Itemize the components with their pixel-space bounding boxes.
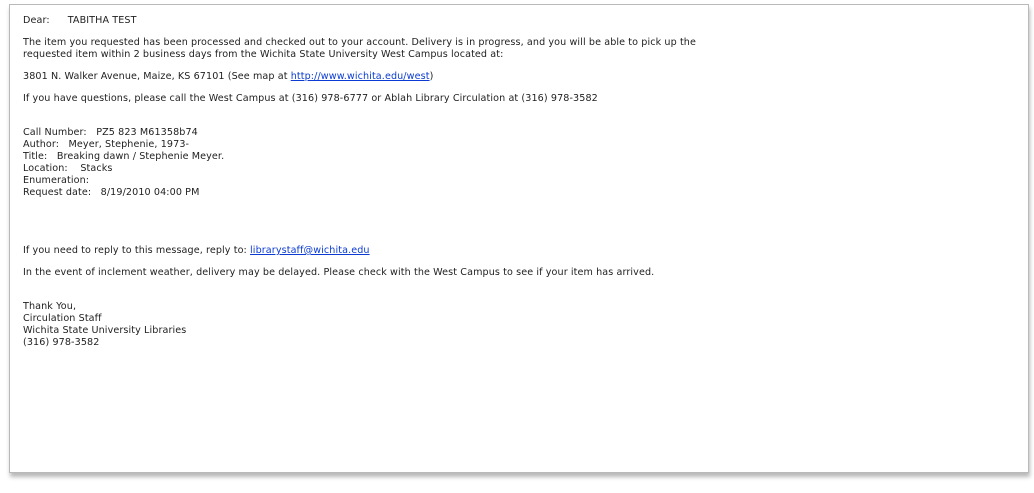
author-value: Meyer, Stephenie, 1973- — [68, 139, 190, 150]
address-text: 3801 N. Walker Avenue, Maize, KS 67101 (… — [23, 71, 288, 82]
title-value: Breaking dawn / Stephenie Meyer. — [56, 151, 225, 162]
signature-line-4: (316) 978-3582 — [23, 337, 100, 348]
greeting-line: Dear: TABITHA TEST — [23, 15, 1023, 27]
title-label: Title: — [23, 151, 48, 162]
call-number-row: Call Number: PZ5 823 M61358b74 — [23, 127, 1023, 139]
email-body: Dear: TABITHA TEST The item you requested… — [23, 15, 1023, 349]
location-row: Location: Stacks — [23, 163, 1023, 175]
title-row: Title: Breaking dawn / Stephenie Meyer. — [23, 151, 1023, 163]
call-number-label: Call Number: — [23, 127, 87, 138]
author-label: Author: — [23, 139, 60, 150]
enumeration-row: Enumeration: — [23, 175, 1023, 187]
signature-line-3: Wichita State University Libraries — [23, 325, 187, 336]
address-line: 3801 N. Walker Avenue, Maize, KS 67101 (… — [23, 71, 1023, 83]
west-campus-map-link[interactable]: http://www.wichita.edu/west — [291, 71, 430, 82]
author-row: Author: Meyer, Stephenie, 1973- — [23, 139, 1023, 151]
email-message-panel: Dear: TABITHA TEST The item you requested… — [9, 4, 1029, 473]
location-value: Stacks — [80, 163, 113, 174]
request-date-row: Request date: 8/19/2010 04:00 PM — [23, 187, 1023, 199]
weather-line: In the event of inclement weather, deliv… — [23, 267, 655, 278]
reply-email-link[interactable]: librarystaff@wichita.edu — [250, 245, 370, 256]
reply-line: If you need to reply to this message, re… — [23, 245, 1023, 257]
recipient-name: TABITHA TEST — [67, 15, 137, 26]
signature-line-1: Thank You, — [23, 301, 77, 312]
address-close-paren: ) — [429, 71, 434, 82]
call-number-value: PZ5 823 M61358b74 — [96, 127, 198, 138]
enumeration-label: Enumeration: — [23, 175, 90, 186]
request-date-label: Request date: — [23, 187, 92, 198]
reply-text: If you need to reply to this message, re… — [23, 245, 247, 256]
signature-line-2: Circulation Staff — [23, 313, 102, 324]
request-date-value: 8/19/2010 04:00 PM — [100, 187, 200, 198]
greeting-label: Dear: — [23, 15, 50, 26]
paragraph-processed-line-1: The item you requested has been processe… — [23, 37, 696, 48]
paragraph-processed-line-2: requested item within 2 business days fr… — [23, 49, 504, 60]
location-label: Location: — [23, 163, 68, 174]
questions-line: If you have questions, please call the W… — [23, 93, 598, 104]
